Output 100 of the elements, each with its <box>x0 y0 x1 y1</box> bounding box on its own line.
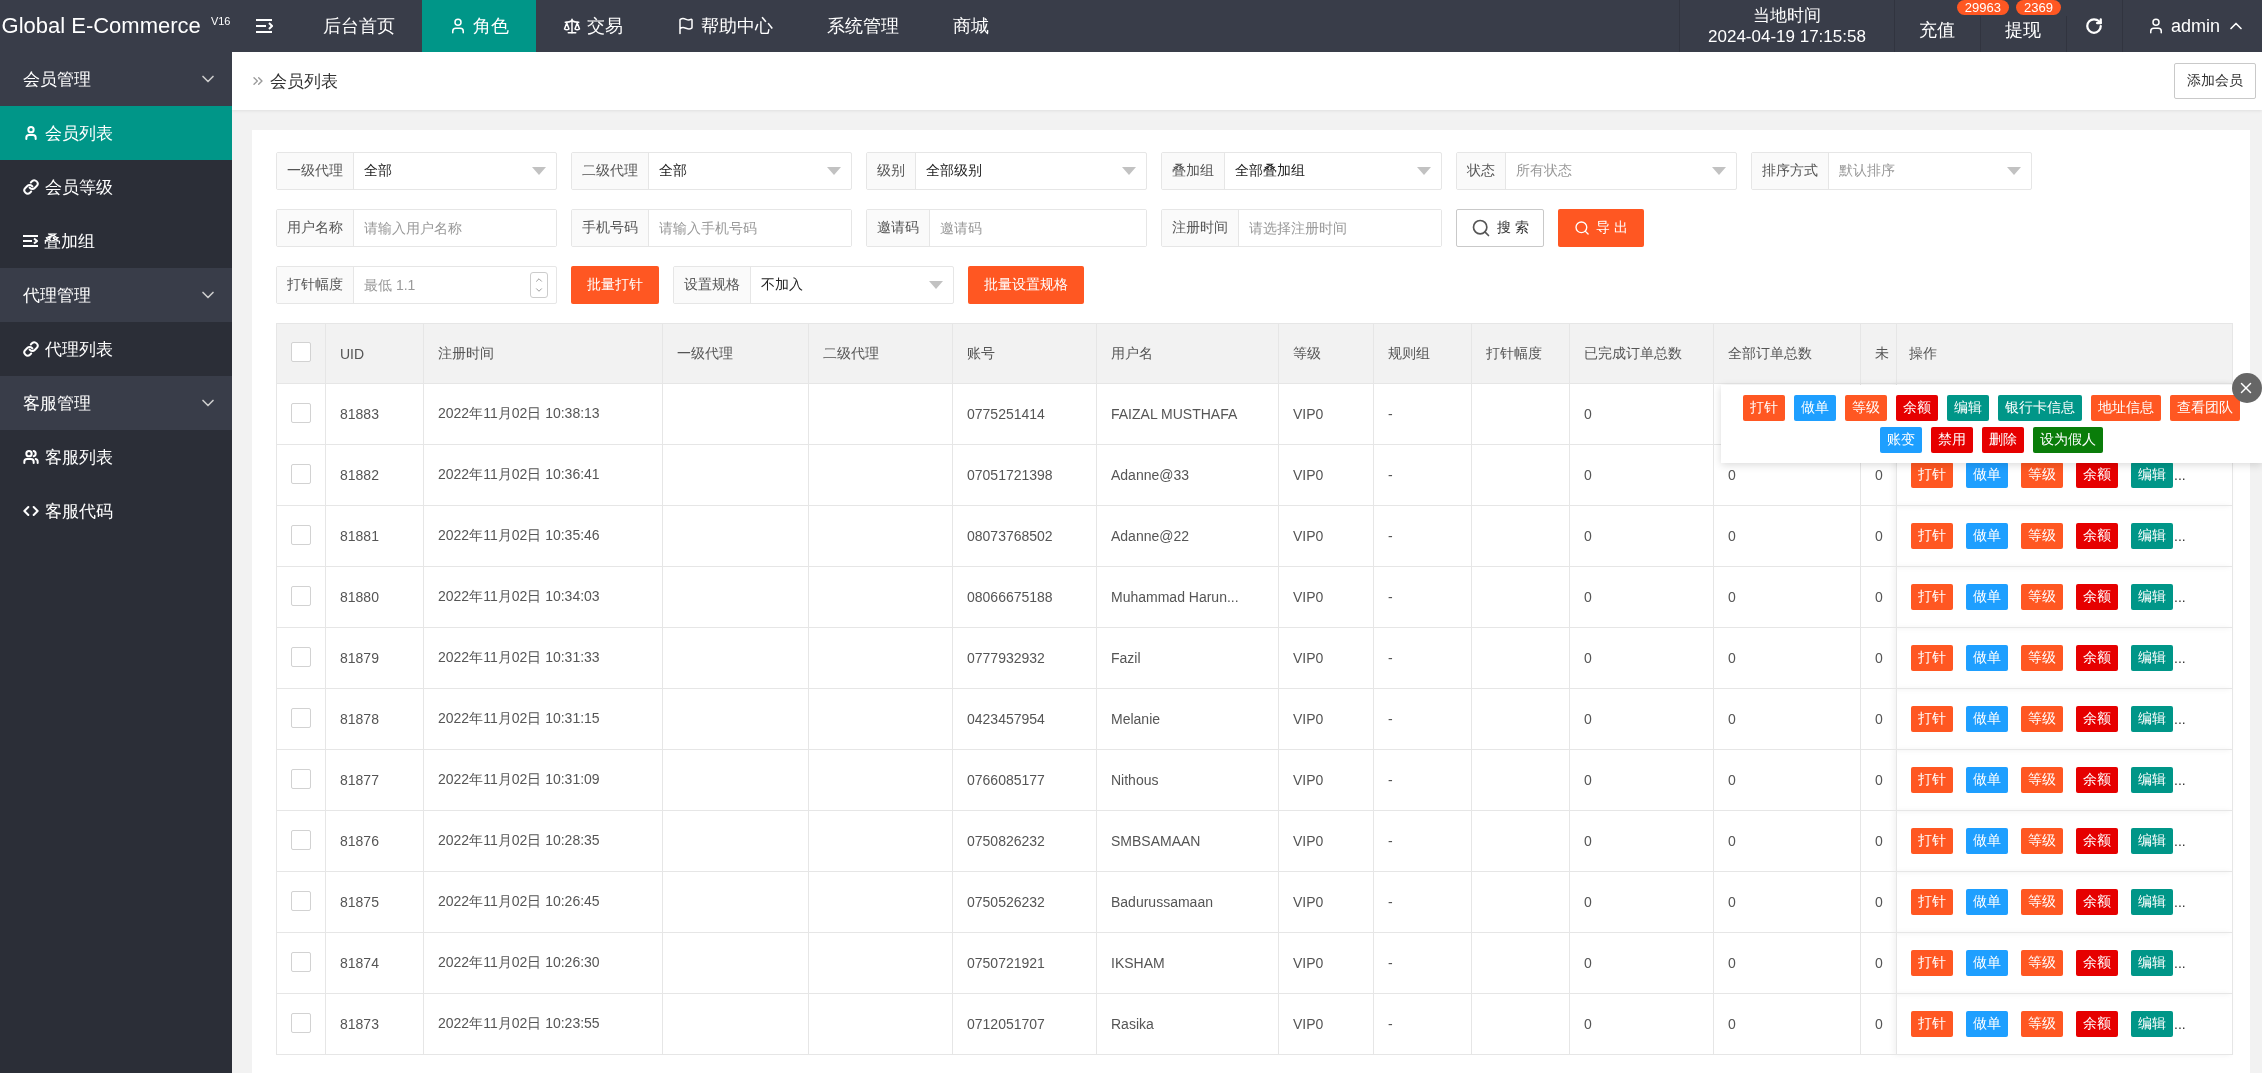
action-tag[interactable]: 余额 <box>2076 645 2118 671</box>
action-tag[interactable]: 打针 <box>1911 706 1953 732</box>
select-field[interactable]: 级别 全部级别 <box>866 152 1147 190</box>
action-tag[interactable]: 余额 <box>2076 462 2118 488</box>
action-tag[interactable]: 做单 <box>1966 950 2008 976</box>
sidebar-group[interactable]: 客服管理 <box>0 376 232 430</box>
action-tag[interactable]: 打针 <box>1911 523 1953 549</box>
action-tag[interactable]: 设为假人 <box>2033 427 2103 453</box>
input-field[interactable]: 手机号码 请输入手机号码 <box>571 209 852 247</box>
action-tag[interactable]: 等级 <box>2021 1011 2063 1037</box>
checkbox[interactable] <box>291 585 311 606</box>
checkbox[interactable] <box>291 1012 311 1033</box>
action-tag[interactable]: 编辑 <box>2131 1011 2173 1037</box>
action-tag[interactable]: 做单 <box>1966 828 2008 854</box>
action-tag[interactable]: 做单 <box>1966 523 2008 549</box>
select-field[interactable]: 叠加组 全部叠加组 <box>1161 152 1442 190</box>
action-tag[interactable]: 等级 <box>1845 395 1887 421</box>
sidebar-group[interactable]: 代理管理 <box>0 268 232 322</box>
action-tag[interactable]: 编辑 <box>2131 584 2173 610</box>
action-tag[interactable]: 银行卡信息 <box>1998 395 2082 421</box>
action-tag[interactable]: 余额 <box>2076 767 2118 793</box>
action-tag[interactable]: 等级 <box>2021 706 2063 732</box>
select-field[interactable]: 状态 所有状态 <box>1456 152 1737 190</box>
action-tag[interactable]: 等级 <box>2021 828 2063 854</box>
input-field[interactable]: 邀请码 邀请码 <box>866 209 1147 247</box>
action-button[interactable]: 批量打针 <box>571 266 659 304</box>
sidebar-item[interactable]: 会员列表 <box>0 106 232 160</box>
add-member-button[interactable]: 添加会员 <box>2174 63 2256 99</box>
number-field[interactable]: 打针幅度 最低 1.1 <box>276 266 557 304</box>
nav-tab[interactable]: 交易 <box>536 0 650 52</box>
action-tag[interactable]: 打针 <box>1911 828 1953 854</box>
checkbox[interactable] <box>291 463 311 484</box>
action-tag[interactable]: 做单 <box>1966 462 2008 488</box>
action-tag[interactable]: 打针 <box>1911 767 1953 793</box>
action-tag[interactable]: 余额 <box>2076 523 2118 549</box>
action-tag[interactable]: 打针 <box>1911 1011 1953 1037</box>
checkbox[interactable] <box>291 707 311 728</box>
action-tag[interactable]: 编辑 <box>2131 889 2173 915</box>
search-button[interactable]: 搜 索 <box>1456 209 1544 247</box>
select-field[interactable]: 一级代理 全部 <box>276 152 557 190</box>
checkbox[interactable] <box>291 402 311 423</box>
action-tag[interactable]: 做单 <box>1966 889 2008 915</box>
checkbox[interactable] <box>291 951 311 972</box>
nav-tab[interactable]: 后台首页 <box>296 0 422 52</box>
action-tag[interactable]: 余额 <box>2076 950 2118 976</box>
action-tag[interactable]: 账变 <box>1880 427 1922 453</box>
action-tag[interactable]: 做单 <box>1966 584 2008 610</box>
action-tag[interactable]: 删除 <box>1982 427 2024 453</box>
action-tag[interactable]: 等级 <box>2021 889 2063 915</box>
action-tag[interactable]: 禁用 <box>1931 427 1973 453</box>
action-tag[interactable]: 做单 <box>1966 767 2008 793</box>
action-tag[interactable]: 编辑 <box>2131 828 2173 854</box>
action-tag[interactable]: 编辑 <box>2131 706 2173 732</box>
action-tag[interactable]: 打针 <box>1911 889 1953 915</box>
action-tag[interactable]: 做单 <box>1966 1011 2008 1037</box>
checkbox[interactable] <box>291 646 311 667</box>
action-tag[interactable]: 编辑 <box>2131 767 2173 793</box>
action-tag[interactable]: 编辑 <box>1947 395 1989 421</box>
input-field[interactable]: 用户名称 请输入用户名称 <box>276 209 557 247</box>
action-tag[interactable]: 做单 <box>1794 395 1836 421</box>
action-tag[interactable]: 余额 <box>2076 828 2118 854</box>
action-tag[interactable]: 做单 <box>1966 706 2008 732</box>
action-tag[interactable]: 查看团队 <box>2170 395 2240 421</box>
sidebar-group[interactable]: 会员管理 <box>0 52 232 106</box>
checkbox[interactable] <box>291 829 311 850</box>
action-button[interactable]: 批量设置规格 <box>968 266 1084 304</box>
refresh-icon[interactable] <box>2085 17 2104 35</box>
action-tag[interactable]: 打针 <box>1743 395 1785 421</box>
action-tag[interactable]: 余额 <box>2076 584 2118 610</box>
menu-icon[interactable] <box>255 19 273 33</box>
close-button[interactable] <box>2232 373 2262 403</box>
nav-tab[interactable]: 帮助中心 <box>650 0 800 52</box>
action-tag[interactable]: 等级 <box>2021 767 2063 793</box>
spinner-icon[interactable] <box>530 272 548 298</box>
action-tag[interactable]: 等级 <box>2021 950 2063 976</box>
action-tag[interactable]: 编辑 <box>2131 645 2173 671</box>
action-tag[interactable]: 编辑 <box>2131 950 2173 976</box>
action-tag[interactable]: 余额 <box>2076 706 2118 732</box>
action-tag[interactable]: 做单 <box>1966 645 2008 671</box>
select-field[interactable]: 排序方式 默认排序 <box>1751 152 2032 190</box>
user-menu[interactable]: admin <box>2122 0 2262 52</box>
action-tag[interactable]: 余额 <box>2076 1011 2118 1037</box>
action-tag[interactable]: 编辑 <box>2131 462 2173 488</box>
action-tag[interactable]: 打针 <box>1911 645 1953 671</box>
action-tag[interactable]: 等级 <box>2021 645 2063 671</box>
checkbox[interactable] <box>291 342 311 362</box>
action-tag[interactable]: 余额 <box>1896 395 1938 421</box>
nav-tab[interactable]: 角色 <box>422 0 536 52</box>
action-tag[interactable]: 等级 <box>2021 462 2063 488</box>
nav-tab[interactable]: 系统管理 <box>800 0 926 52</box>
action-tag[interactable]: 打针 <box>1911 462 1953 488</box>
export-button[interactable]: 导 出 <box>1558 209 1644 247</box>
nav-tab[interactable]: 商城 <box>926 0 1016 52</box>
action-tag[interactable]: 编辑 <box>2131 523 2173 549</box>
checkbox[interactable] <box>291 768 311 789</box>
action-tag[interactable]: 余额 <box>2076 889 2118 915</box>
action-tag[interactable]: 地址信息 <box>2091 395 2161 421</box>
checkbox[interactable] <box>291 524 311 545</box>
action-tag[interactable]: 打针 <box>1911 950 1953 976</box>
input-field[interactable]: 注册时间 请选择注册时间 <box>1161 209 1442 247</box>
